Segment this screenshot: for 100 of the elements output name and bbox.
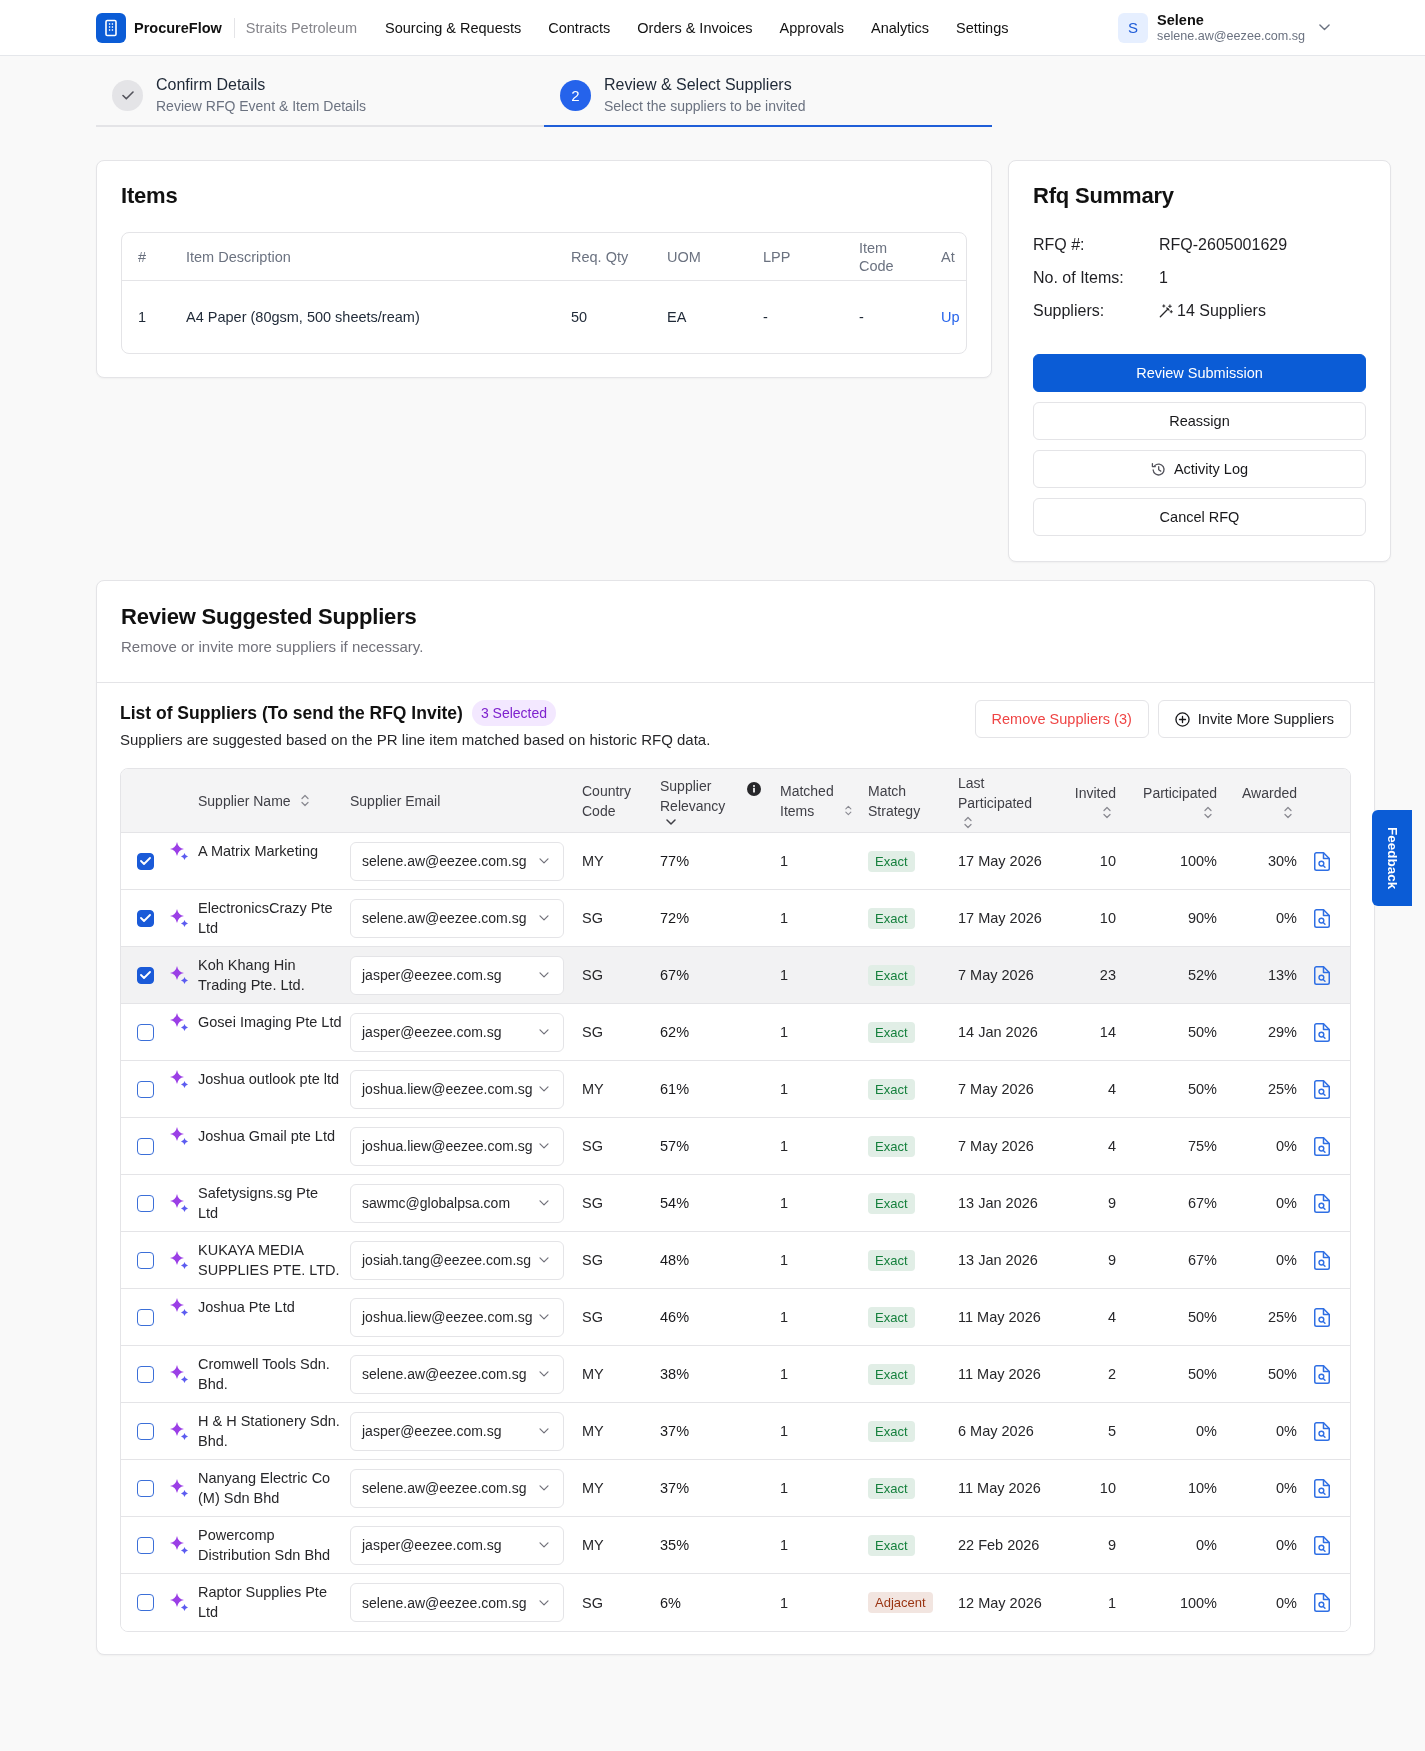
card-title: Rfq Summary bbox=[1033, 182, 1174, 210]
document-search-icon[interactable] bbox=[1314, 1136, 1330, 1156]
nav-link[interactable]: Sourcing & Requests bbox=[385, 19, 522, 36]
sparkle-icon bbox=[170, 966, 188, 984]
last-participated-date: 11 May 2026 bbox=[958, 1309, 1041, 1325]
step-subtitle: Review RFQ Event & Item Details bbox=[156, 97, 367, 115]
relevancy-score: 67% bbox=[660, 967, 690, 983]
checkbox[interactable] bbox=[137, 1023, 154, 1041]
magic-wand-icon bbox=[1159, 304, 1173, 318]
supplier-name: Joshua outlook pte ltd bbox=[198, 1070, 341, 1089]
step-tab[interactable]: 2 Review & Select Suppliers Select the suppliers to be invited bbox=[544, 56, 992, 127]
column-header: Req. Qty bbox=[571, 247, 629, 266]
action-button[interactable]: Invite More Suppliers bbox=[1157, 700, 1351, 738]
email-dropdown[interactable]: selene.aw@eezee.com.sg bbox=[350, 1354, 564, 1394]
column-header: Invited bbox=[1074, 783, 1116, 803]
email-dropdown[interactable]: jasper@eezee.com.sg bbox=[350, 1411, 564, 1451]
email-dropdown[interactable]: selene.aw@eezee.com.sg bbox=[350, 1468, 564, 1508]
checkbox[interactable] bbox=[137, 1365, 154, 1383]
sort-icon[interactable] bbox=[300, 793, 309, 807]
checkbox[interactable] bbox=[137, 1536, 154, 1554]
email-dropdown[interactable]: sawmc@globalpsa.com bbox=[350, 1183, 564, 1223]
document-search-icon[interactable] bbox=[1314, 1421, 1330, 1441]
document-search-icon[interactable] bbox=[1314, 1478, 1330, 1498]
chevron-down-icon bbox=[539, 1314, 549, 1320]
checkbox[interactable] bbox=[137, 966, 154, 984]
document-search-icon[interactable] bbox=[1314, 1193, 1330, 1213]
email-dropdown[interactable]: selene.aw@eezee.com.sg bbox=[350, 898, 564, 938]
step-tab[interactable]: Confirm Details Review RFQ Event & Item Details bbox=[96, 56, 544, 127]
action-button[interactable]: Cancel RFQ bbox=[1033, 498, 1366, 536]
email-dropdown[interactable]: joshua.liew@eezee.com.sg bbox=[350, 1126, 564, 1166]
user-email: selene.aw@eezee.com.sg bbox=[1157, 27, 1305, 44]
action-link[interactable]: Up bbox=[941, 309, 960, 325]
chevron-down-icon[interactable] bbox=[666, 818, 676, 826]
match-strategy-badge: Exact bbox=[868, 1078, 915, 1100]
document-search-icon[interactable] bbox=[1314, 1079, 1330, 1099]
checkbox[interactable] bbox=[137, 1251, 154, 1269]
sort-icon[interactable] bbox=[845, 803, 852, 817]
document-search-icon[interactable] bbox=[1314, 1307, 1330, 1327]
info-icon[interactable] bbox=[747, 782, 761, 796]
checkbox[interactable] bbox=[137, 1137, 154, 1155]
checkbox[interactable] bbox=[137, 1194, 154, 1212]
relevancy-score: 38% bbox=[660, 1366, 690, 1382]
document-search-icon[interactable] bbox=[1314, 965, 1330, 985]
sparkle-icon bbox=[170, 1422, 188, 1440]
action-button[interactable]: Reassign bbox=[1033, 402, 1366, 440]
section-title: List of Suppliers (To send the RFQ Invite) bbox=[120, 702, 463, 725]
action-button[interactable]: Remove Suppliers (3) bbox=[974, 700, 1149, 738]
action-button[interactable]: Activity Log bbox=[1033, 450, 1366, 488]
participated-rate: 50% bbox=[1187, 1081, 1217, 1097]
checkbox[interactable] bbox=[137, 1422, 154, 1440]
awarded-rate: 25% bbox=[1267, 1081, 1297, 1097]
checkbox[interactable] bbox=[137, 852, 154, 870]
email-dropdown[interactable]: jasper@eezee.com.sg bbox=[350, 1525, 564, 1565]
feedback-tab[interactable]: Feedback bbox=[1372, 810, 1412, 906]
participated-rate: 0% bbox=[1196, 1423, 1217, 1439]
document-search-icon[interactable] bbox=[1314, 1593, 1330, 1612]
matched-items-count: 1 bbox=[780, 1309, 789, 1325]
email-dropdown[interactable]: joshua.liew@eezee.com.sg bbox=[350, 1069, 564, 1109]
invited-count: 9 bbox=[1107, 1252, 1116, 1268]
document-search-icon[interactable] bbox=[1314, 1250, 1330, 1270]
chevron-down-icon bbox=[539, 915, 549, 921]
sort-icon[interactable] bbox=[1284, 805, 1292, 819]
nav-link[interactable]: Orders & Invoices bbox=[637, 19, 753, 36]
sort-icon[interactable] bbox=[964, 815, 972, 829]
checkbox[interactable] bbox=[137, 1594, 154, 1611]
email-dropdown[interactable]: selene.aw@eezee.com.sg bbox=[350, 1583, 564, 1622]
document-search-icon[interactable] bbox=[1314, 1535, 1330, 1555]
nav-link[interactable]: Analytics bbox=[871, 19, 930, 36]
nav-link[interactable]: Approvals bbox=[779, 19, 845, 36]
checkbox[interactable] bbox=[137, 1479, 154, 1497]
sparkle-icon bbox=[170, 1593, 188, 1611]
summary-label: RFQ #: bbox=[1033, 235, 1085, 255]
document-search-icon[interactable] bbox=[1314, 1022, 1330, 1042]
sort-icon[interactable] bbox=[1103, 805, 1111, 819]
nav-link[interactable]: Settings bbox=[956, 19, 1009, 36]
action-button[interactable]: Review Submission bbox=[1033, 354, 1366, 392]
email-dropdown[interactable]: joshua.liew@eezee.com.sg bbox=[350, 1297, 564, 1337]
match-strategy-badge: Exact bbox=[868, 1306, 915, 1328]
column-header: Item Description bbox=[186, 247, 291, 266]
building-icon[interactable] bbox=[96, 12, 126, 43]
checkbox[interactable] bbox=[137, 909, 154, 927]
document-search-icon[interactable] bbox=[1314, 908, 1330, 928]
relevancy-score: 6% bbox=[660, 1594, 681, 1611]
document-search-icon[interactable] bbox=[1314, 851, 1330, 871]
email-dropdown[interactable]: selene.aw@eezee.com.sg bbox=[350, 841, 564, 881]
email-dropdown[interactable]: josiah.tang@eezee.com.sg bbox=[350, 1240, 564, 1280]
avatar[interactable]: S bbox=[1118, 12, 1149, 43]
relevancy-score: 57% bbox=[660, 1138, 690, 1154]
email-dropdown[interactable]: jasper@eezee.com.sg bbox=[350, 1012, 564, 1052]
country-code: SG bbox=[582, 1309, 603, 1325]
checkbox[interactable] bbox=[137, 1080, 154, 1098]
email-dropdown[interactable]: jasper@eezee.com.sg bbox=[350, 955, 564, 995]
checkbox[interactable] bbox=[137, 1308, 154, 1326]
nav-link[interactable]: Contracts bbox=[548, 19, 611, 36]
app-name: ProcureFlow bbox=[134, 19, 222, 36]
invited-count: 1 bbox=[1107, 1594, 1116, 1611]
country-code: MY bbox=[582, 1480, 604, 1496]
document-search-icon[interactable] bbox=[1314, 1364, 1330, 1384]
sort-icon[interactable] bbox=[1204, 805, 1212, 819]
invited-count: 10 bbox=[1099, 1480, 1116, 1496]
